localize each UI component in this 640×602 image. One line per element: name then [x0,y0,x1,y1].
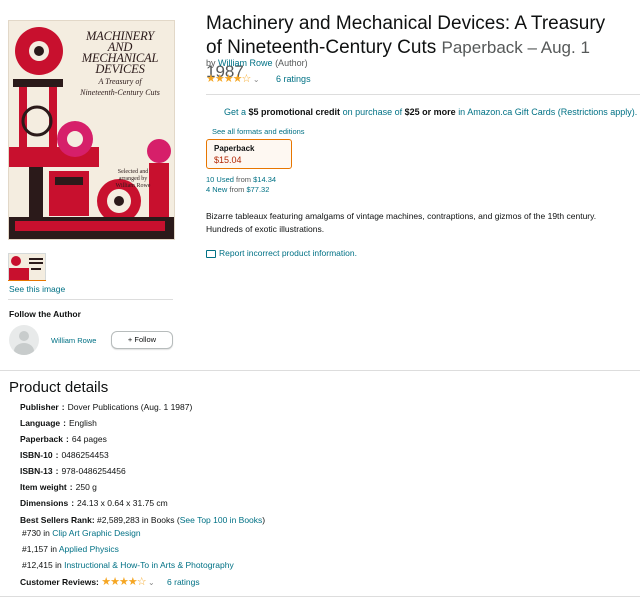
chevron-down-icon[interactable]: ⌄ [148,578,155,587]
promo-threshold: $25 or more [404,107,456,117]
detail-value: 24.13 x 0.64 x 31.75 cm [77,498,168,508]
detail-row: Publisher: Dover Publications (Aug. 1 198… [20,402,193,412]
promo-amount: $5 promotional credit [248,107,341,117]
byline: by William Rowe (Author) [206,58,308,68]
see-all-formats-link[interactable]: See all formats and editions [212,127,305,136]
rank-close: ) [262,515,266,525]
format-option-paperback[interactable]: Paperback $15.04 [206,139,292,169]
chevron-down-icon[interactable]: ⌄ [253,75,260,84]
used-offer[interactable]: 10 Used from $14.34 [206,175,276,185]
detail-value: 0486254453 [61,450,109,460]
cover-thumbnail[interactable] [8,253,46,281]
sub-rank-category-link[interactable]: Clip Art Graphic Design [52,528,140,538]
detail-row: ISBN-13:978-0486254456 [20,466,126,476]
detail-value: Dover Publications (Aug. 1 1987) [67,402,193,412]
sub-rank: #12,415 in [22,560,62,570]
new-price[interactable]: $77.32 [246,185,269,194]
cover-title-line: DEVICES [95,62,145,76]
detail-value: 978-0486254456 [61,466,126,476]
detail-key: Item weight [20,482,67,492]
cover-credit-line: William Rowe [115,183,151,189]
detail-row: ISBN-10:0486254453 [20,450,109,460]
author-role: (Author) [275,58,308,68]
promo-banner[interactable]: Get a $5 promotional credit on purchase … [224,107,637,117]
rating-row: ★★★★☆ ⌄ 6 ratings [206,72,311,85]
author-avatar[interactable] [9,325,39,355]
promo-middle: on purchase of [342,107,403,117]
section-divider [0,596,640,597]
new-from: from [229,185,245,194]
divider [206,94,640,95]
detail-key: ISBN-13 [20,466,53,476]
avatar-placeholder-icon [19,331,29,341]
detail-row: Language: English [20,418,97,428]
rank-key: Best Sellers Rank: [20,515,95,525]
best-sellers-rank-row: Best Sellers Rank: #2,589,283 in Books (… [20,515,265,525]
see-this-image-link[interactable]: See this image [9,284,65,294]
format-label: Paperback [214,144,255,153]
detail-key: Paperback [20,434,63,444]
report-icon [206,249,216,258]
promo-prefix: Get a [224,107,247,117]
new-count-link[interactable]: 4 New [206,185,227,194]
report-link[interactable]: Report incorrect product information. [206,248,357,258]
detail-row: Dimensions:24.13 x 0.64 x 31.75 cm [20,498,168,508]
detail-key: Language [20,418,61,428]
sub-rank: #1,157 in [22,544,57,554]
reviews-count-link[interactable]: 6 ratings [167,577,200,587]
cover-subtitle-line: Nineteenth-Century Cuts [80,88,160,97]
avatar-placeholder-body [14,343,34,355]
customer-reviews-row: Customer Reviews: ★★★★☆ ⌄ 6 ratings [20,575,200,588]
format-price: $15.04 [214,155,242,165]
new-offer[interactable]: 4 New from $77.32 [206,185,276,195]
detail-value: English [69,418,97,428]
used-price[interactable]: $14.34 [253,175,276,184]
follow-author-name-link[interactable]: William Rowe [51,336,96,345]
detail-row: Paperback:64 pages [20,434,107,444]
detail-key: Dimensions [20,498,69,508]
thumbnail-illustration [9,256,43,280]
sub-rank-row: #12,415 in Instructional & How-To in Art… [22,560,234,570]
ratings-count-link[interactable]: 6 ratings [276,74,311,84]
cover-credit-line: Selected and [117,169,149,175]
reviews-key: Customer Reviews: [20,577,99,587]
detail-key: ISBN-10 [20,450,53,460]
byline-prefix: by [206,58,216,68]
author-link[interactable]: William Rowe [218,58,273,68]
used-from: from [236,175,252,184]
product-description: Bizarre tableaux featuring amalgams of v… [206,211,597,234]
offers: 10 Used from $14.34 4 New from $77.32 [206,175,276,195]
detail-key: Publisher [20,402,59,412]
book-cover-image[interactable]: MACHINERY AND MECHANICAL DEVICES A Treas… [8,20,175,240]
star-rating-icon[interactable]: ★★★★☆ [206,73,251,85]
sub-rank-category-link[interactable]: Applied Physics [59,544,119,554]
sub-rank-category-link[interactable]: Instructional & How-To in Arts & Photogr… [64,560,234,570]
thumbnail-selected-indicator [8,280,46,281]
used-count-link[interactable]: 10 Used [206,175,234,184]
promo-suffix: in Amazon.ca Gift Cards (Restrictions ap… [458,107,638,117]
sub-rank-row: #730 in Clip Art Graphic Design [22,528,141,538]
detail-row: Item weight:250 g [20,482,97,492]
product-details-heading: Product details [9,379,109,396]
section-divider [0,370,640,371]
star-rating-icon[interactable]: ★★★★☆ [101,576,146,588]
sub-rank: #730 in [22,528,50,538]
cover-credit-line: arranged by [118,176,148,182]
cover-title: MACHINERY AND MECHANICAL DEVICES A Treas… [71,30,169,97]
cover-subtitle-line: A Treasury of [98,77,142,86]
follow-author-heading: Follow the Author [9,309,81,319]
sub-rank-row: #1,157 in Applied Physics [22,544,119,554]
detail-value: 64 pages [71,434,107,444]
see-top-100-link[interactable]: See Top 100 in Books [180,515,263,525]
detail-value: 250 g [75,482,97,492]
report-link-text[interactable]: Report incorrect product information. [219,248,357,258]
follow-button[interactable]: + Follow [111,331,173,349]
divider [8,299,173,300]
cover-credit: Selected and arranged by William Rowe [93,169,173,190]
rank-value: #2,589,283 in Books ( [97,515,180,525]
